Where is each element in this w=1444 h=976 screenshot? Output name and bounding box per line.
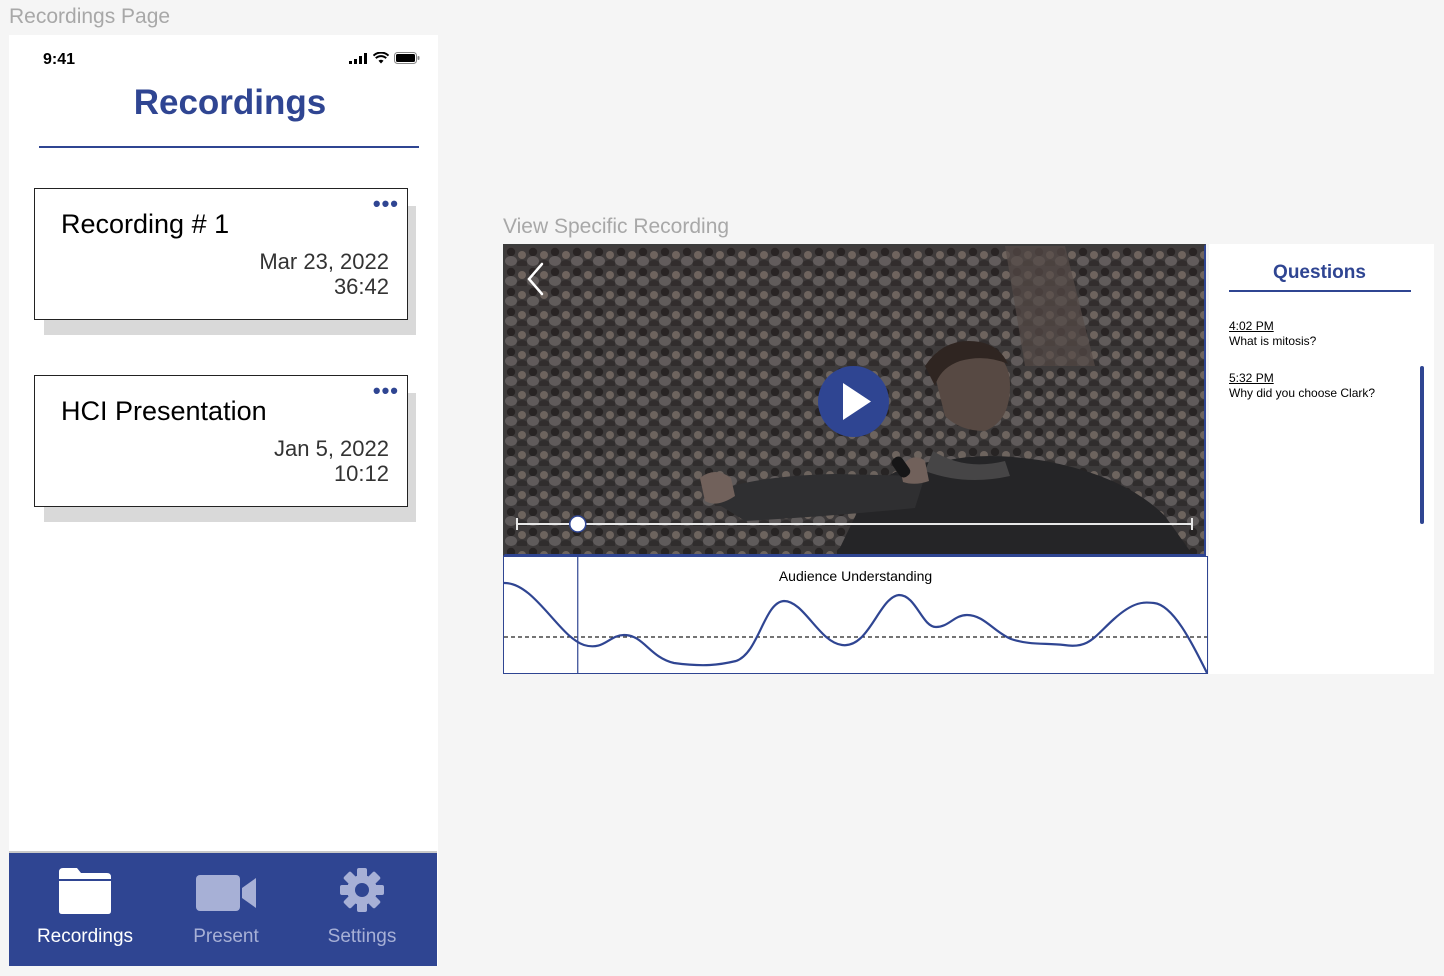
recording-duration: 10:12 [333,461,389,486]
timeline-scrubber[interactable] [505,509,1206,539]
folder-icon [59,868,111,914]
question-item[interactable]: 5:32 PM Why did you choose Clark? [1229,371,1375,401]
status-icons [349,52,420,64]
recording-date: Mar 23, 2022 [259,249,389,274]
understanding-line [504,581,1207,673]
question-text: What is mitosis? [1229,334,1317,348]
tab-label: Recordings [36,926,134,947]
question-text: Why did you choose Clark? [1229,386,1376,400]
tab-label: Present [193,926,259,947]
questions-title: Questions [1273,262,1366,283]
recording-title: HCI Presentation [61,396,267,426]
tab-label: Settings [327,926,397,947]
questions-panel: Questions 4:02 PM What is mitosis? 5:32 … [1209,244,1434,674]
back-chevron-icon[interactable] [525,262,547,296]
tab-recordings[interactable]: Recordings [15,853,155,966]
page-title: Recordings [133,83,327,122]
question-time-link[interactable]: 5:32 PM [1229,371,1375,386]
video-player[interactable] [503,244,1206,556]
recording-card[interactable]: ••• HCI Presentation Jan 5, 2022 10:12 [34,375,408,507]
signal-icon [349,52,367,64]
more-options-icon[interactable]: ••• [373,380,399,402]
play-icon [843,383,871,420]
tab-settings[interactable]: Settings [292,853,432,966]
recording-title: Recording # 1 [61,209,230,239]
status-time: 9:41 [43,51,76,68]
recording-card[interactable]: ••• Recording # 1 Mar 23, 2022 36:42 [34,188,408,320]
recordings-page-frame-label: Recordings Page [9,5,171,28]
play-button[interactable] [818,366,889,437]
gear-icon [340,868,384,912]
questions-divider [1229,290,1411,292]
questions-scrollbar[interactable] [1420,366,1424,524]
audience-understanding-graph: Audience Understanding [503,556,1208,674]
understanding-curve [504,557,1207,673]
video-camera-icon [196,875,256,911]
recording-date: Jan 5, 2022 [274,436,389,461]
question-time-link[interactable]: 4:02 PM [1229,319,1316,334]
bottom-tab-bar: Recordings Present Settings [9,851,437,966]
view-recording-frame-label: View Specific Recording [503,215,730,238]
wifi-icon [373,52,389,64]
more-options-icon[interactable]: ••• [373,193,399,215]
title-divider [39,146,419,148]
recordings-phone-screen: 9:41 Recordings ••• Recording # 1 Mar 23… [9,35,438,966]
scrubber-thumb [569,515,587,533]
question-item[interactable]: 4:02 PM What is mitosis? [1229,319,1316,349]
recording-duration: 36:42 [333,274,389,299]
battery-icon [394,52,420,64]
tab-present[interactable]: Present [156,853,296,966]
